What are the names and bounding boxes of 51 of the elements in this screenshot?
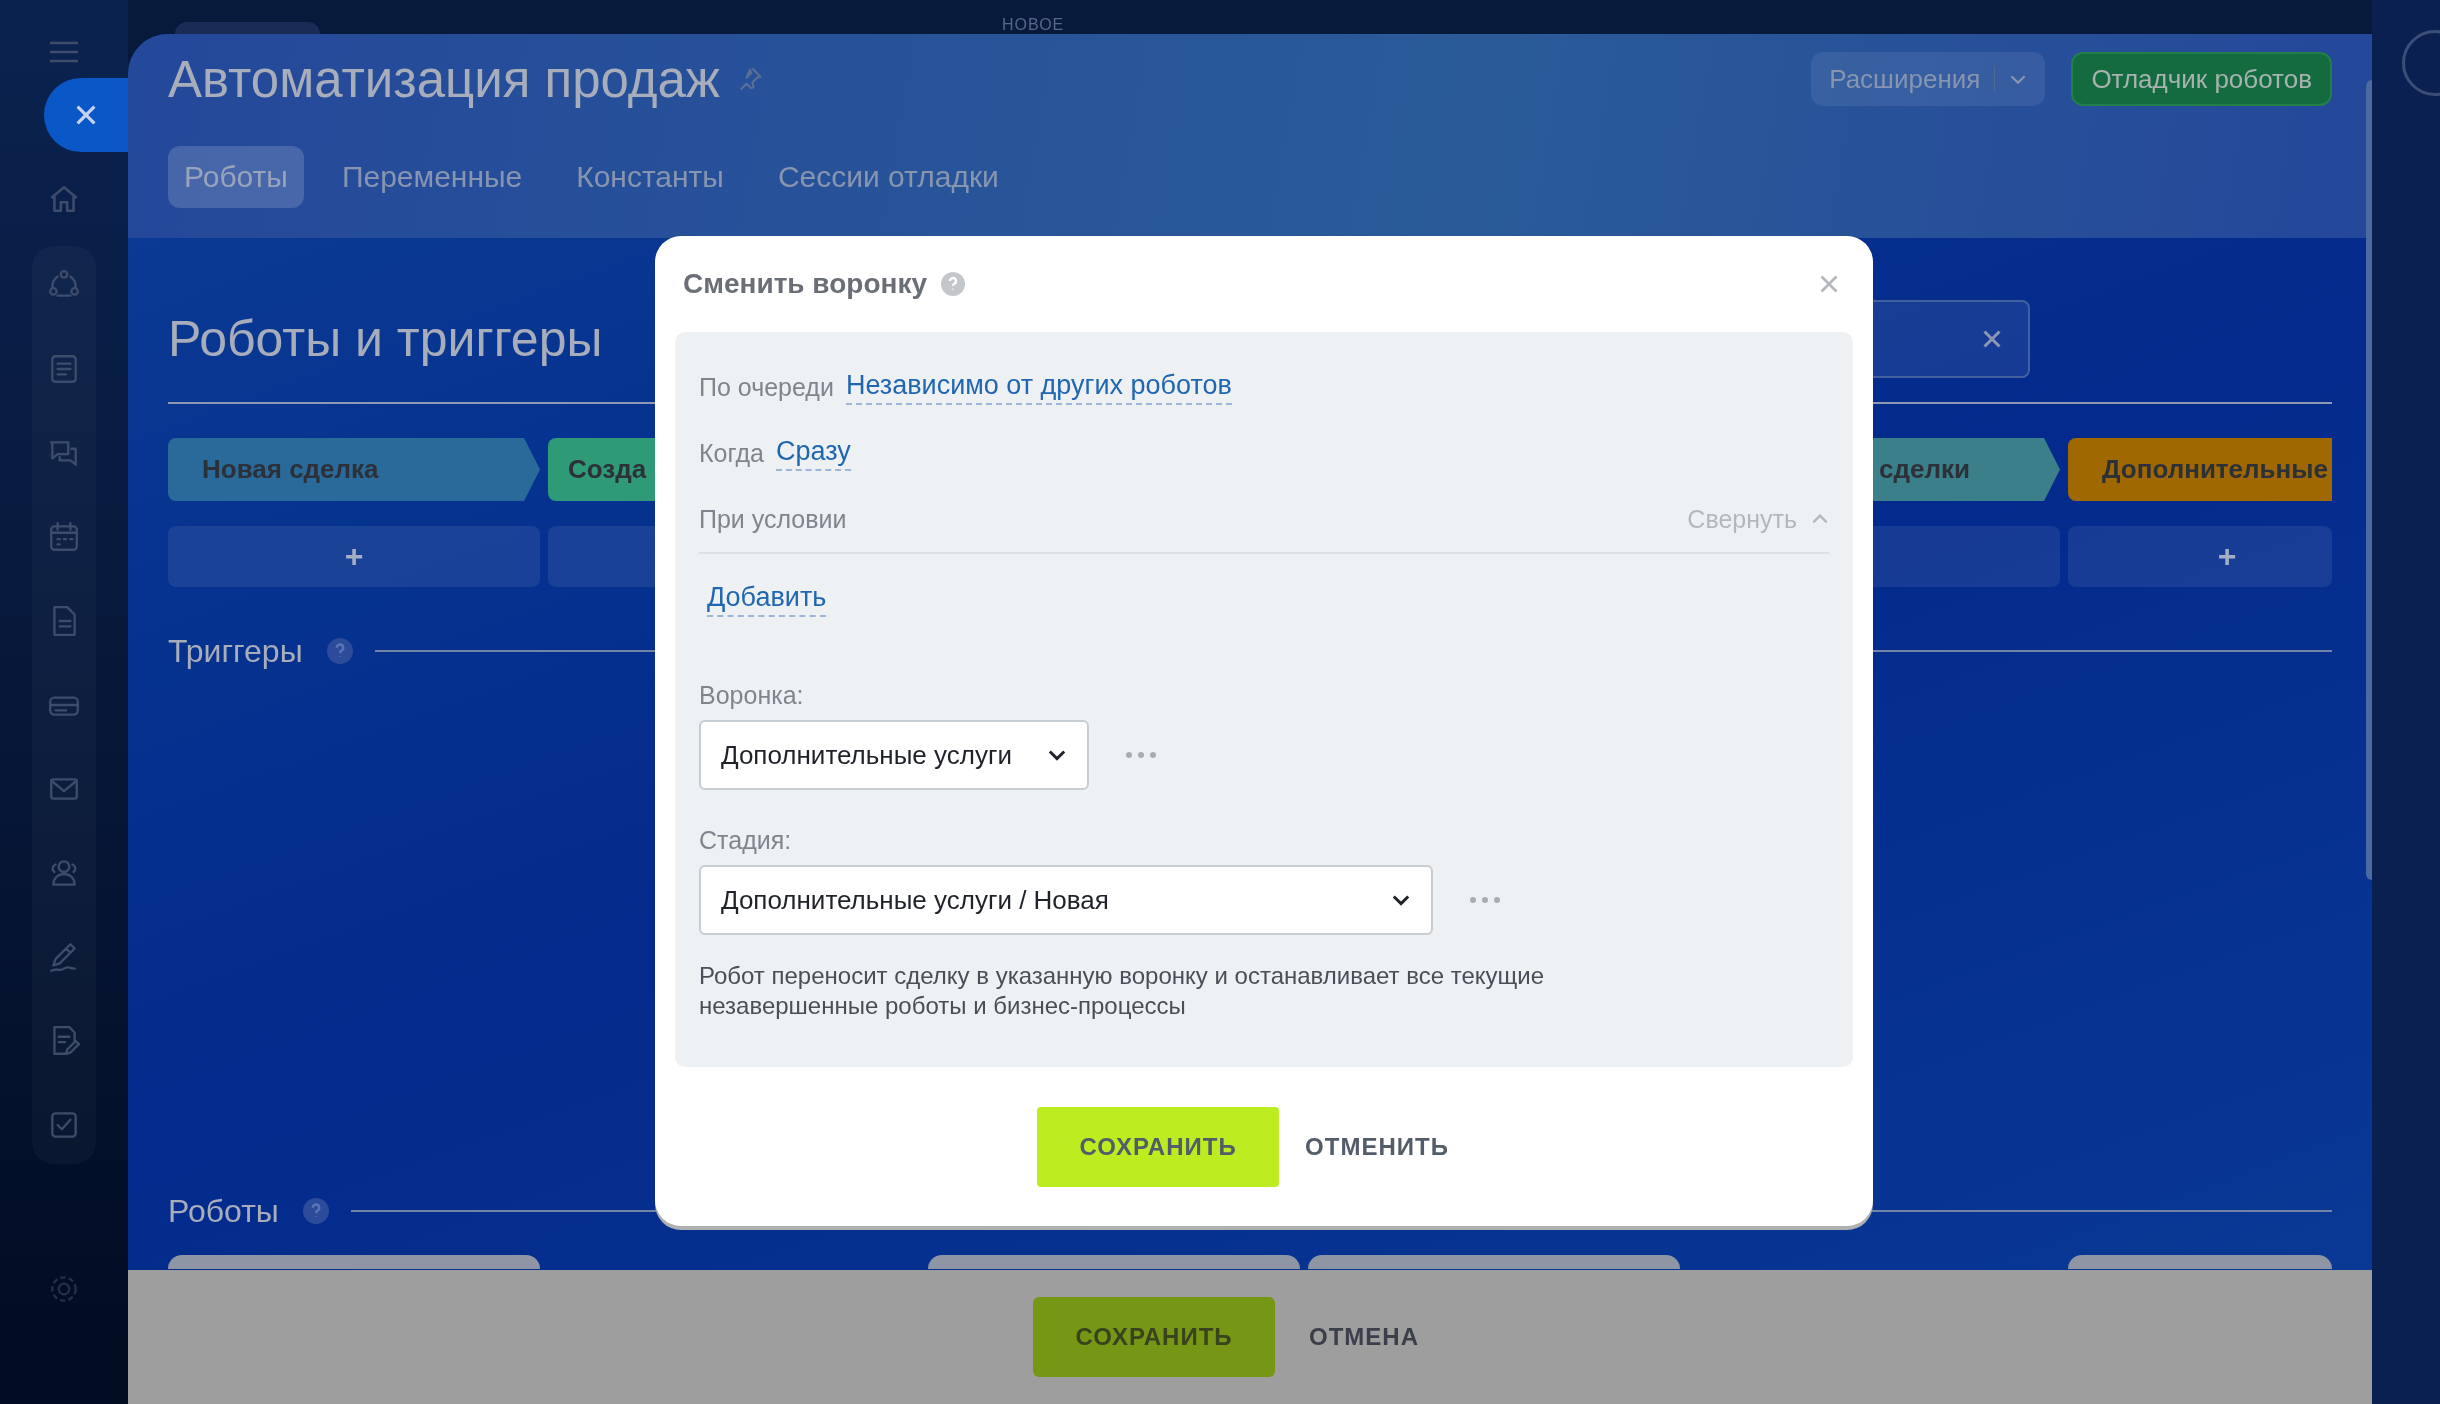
stage-header[interactable]: Новая сделка: [168, 438, 540, 501]
help-icon[interactable]: [941, 272, 965, 296]
tab[interactable]: Константы: [560, 146, 740, 208]
browser-tab[interactable]: [175, 22, 320, 34]
description-text: Робот переносит сделку в указанную воронку и останавливает все текущие незавершенные роботы и бизнес-процессы: [699, 961, 1546, 1021]
setting-label: Когда: [699, 438, 764, 468]
chevron-down-icon[interactable]: [2009, 73, 2028, 85]
page-title: Автоматизация продаж: [168, 49, 720, 109]
tab[interactable]: Сессии отладки: [761, 146, 1015, 208]
chevron-down-icon: [1047, 749, 1067, 761]
help-icon[interactable]: [326, 638, 353, 664]
stage-header[interactable]: Дополнительные: [2068, 438, 2332, 501]
close-button[interactable]: [44, 78, 128, 152]
save-button[interactable]: СОХРАНИТЬ: [1037, 1107, 1280, 1187]
field-label: Воронка:: [699, 681, 805, 710]
cancel-button[interactable]: ОТМЕНА: [1295, 1313, 1433, 1361]
triggers-heading: Триггеры: [168, 632, 303, 670]
condition-label: При условии: [699, 504, 847, 534]
robot-debugger-button[interactable]: Отладчик роботов: [2071, 52, 2332, 106]
new-label: НОВОЕ: [1002, 16, 1065, 34]
tab[interactable]: Переменные: [325, 146, 539, 208]
clear-icon[interactable]: [1982, 329, 2002, 349]
chevron-down-icon: [1391, 894, 1411, 906]
robots-heading: Роботы: [168, 1192, 279, 1230]
close-icon[interactable]: [1819, 274, 1839, 294]
robot-card[interactable]: [2068, 1255, 2332, 1269]
setting-link[interactable]: Сразу: [775, 435, 851, 471]
menu-icon[interactable]: [48, 40, 80, 64]
dropdown[interactable]: Дополнительные услуги: [699, 720, 1089, 790]
robot-card[interactable]: [1308, 1255, 1680, 1269]
dialog-title: Сменить воронку: [683, 268, 927, 300]
dropdown[interactable]: Дополнительные услуги / Новая: [699, 865, 1433, 935]
add-robot-button[interactable]: +: [2068, 526, 2332, 587]
chevron-icon[interactable]: [1811, 513, 1829, 525]
add-condition-link[interactable]: Добавить: [707, 582, 827, 617]
field-label: Стадия:: [699, 826, 793, 855]
robot-card[interactable]: [168, 1255, 540, 1269]
help-icon[interactable]: [302, 1198, 329, 1224]
robot-card[interactable]: [928, 1255, 1300, 1269]
save-button[interactable]: СОХРАНИТЬ: [1033, 1297, 1275, 1377]
section-title: Роботы и триггеры: [168, 310, 603, 368]
tab[interactable]: Роботы: [168, 146, 304, 208]
extensions-button[interactable]: Расширения: [1811, 52, 2046, 106]
cancel-button[interactable]: ОТМЕНИТЬ: [1293, 1123, 1461, 1171]
close-icon[interactable]: [74, 103, 98, 127]
setting-label: По очереди: [699, 372, 834, 402]
more-icon[interactable]: [1125, 751, 1157, 759]
add-robot-button[interactable]: +: [168, 526, 540, 587]
setting-link[interactable]: Независимо от других роботов: [845, 369, 1232, 405]
more-icon[interactable]: [1469, 896, 1501, 904]
calendar-icon[interactable]: [47, 520, 81, 554]
